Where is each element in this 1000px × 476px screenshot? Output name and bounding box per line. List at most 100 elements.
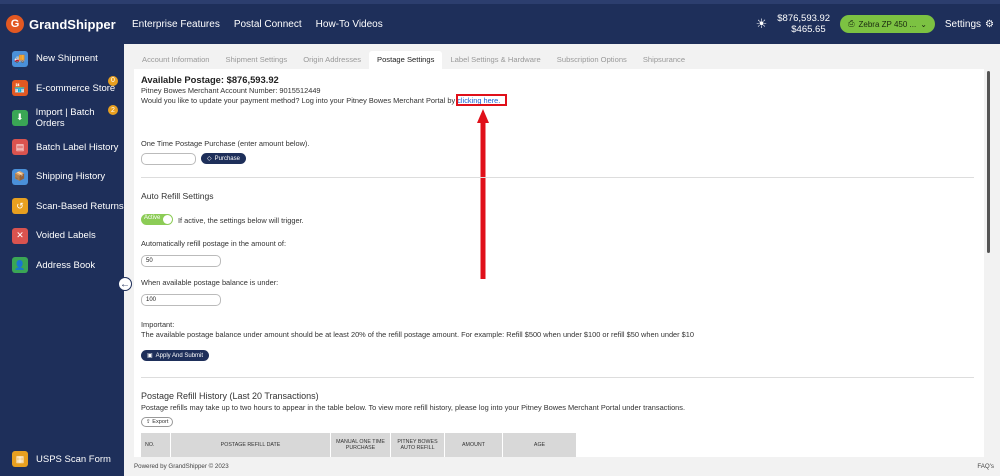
- section-divider: [141, 377, 974, 378]
- printer-label: Zebra ZP 450 ...: [858, 19, 917, 29]
- red-pointer-arrow-icon: [477, 109, 489, 279]
- scrollbar-thumb[interactable]: [987, 71, 990, 253]
- count-badge: 2: [108, 105, 118, 115]
- gear-icon: ⚙: [985, 18, 994, 30]
- save-icon: ▣: [147, 353, 153, 359]
- theme-toggle-sun-icon[interactable]: ☀: [756, 16, 768, 32]
- top-navbar: G GrandShipper Enterprise Features Posta…: [0, 4, 1000, 44]
- settings-menu[interactable]: Settings ⚙: [945, 19, 994, 30]
- column-header-age: AGE: [503, 433, 577, 457]
- printer-selector[interactable]: ⎙ Zebra ZP 450 ... ⌄: [840, 15, 935, 33]
- sidebar-item-label: Batch Label History: [36, 141, 119, 153]
- printer-icon: ⎙: [848, 19, 855, 28]
- sidebar-item-label: Address Book: [36, 259, 96, 271]
- export-icon: ⇪: [146, 419, 151, 425]
- auto-refill-heading: Auto Refill Settings: [141, 191, 214, 201]
- nav-postal-connect[interactable]: Postal Connect: [234, 19, 302, 30]
- one-time-amount-input[interactable]: [141, 153, 196, 165]
- tab-postage-settings[interactable]: Postage Settings: [369, 51, 443, 69]
- brand-name: GrandShipper: [29, 16, 116, 32]
- sidebar-item-batch-label-history[interactable]: ▤ Batch Label History: [0, 133, 124, 163]
- one-time-purchase-label: One Time Postage Purchase (enter amount …: [141, 139, 310, 148]
- faq-link[interactable]: FAQ's: [977, 463, 994, 470]
- tab-shipment-settings[interactable]: Shipment Settings: [218, 51, 296, 69]
- merchant-account-number: Pitney Bowes Merchant Account Number: 90…: [141, 86, 321, 95]
- import-icon: ⬇: [12, 109, 28, 126]
- sidebar-item-label: Shipping History: [36, 171, 106, 183]
- export-button[interactable]: ⇪ Export: [141, 417, 174, 427]
- nav-enterprise-features[interactable]: Enterprise Features: [132, 19, 220, 30]
- refill-history-subtitle: Postage refills may take up to two hours…: [141, 403, 686, 412]
- toggle-knob: [163, 215, 172, 224]
- tab-shipsurance[interactable]: Shipsurance: [635, 51, 693, 69]
- column-header-auto-refill: PITNEY BOWES AUTO REFILL: [391, 433, 445, 457]
- column-header-manual-purchase: MANUAL ONE TIME PURCHASE: [331, 433, 391, 457]
- purchase-button-label: Purchase: [214, 155, 240, 162]
- balance-under-label: When available postage balance is under:: [141, 278, 279, 287]
- refill-amount-label: Automatically refill postage in the amou…: [141, 239, 287, 248]
- refill-amount-input[interactable]: 50: [141, 255, 221, 267]
- arrow-left-icon: ←: [120, 278, 130, 290]
- available-postage-heading: Available Postage: $876,593.92: [141, 74, 279, 85]
- count-badge: 0: [108, 75, 118, 86]
- chevron-down-icon: ⌄: [920, 19, 927, 29]
- sidebar-item-shipping-history[interactable]: 📦 Shipping History: [0, 162, 124, 192]
- header-right: ☀ $876,593.92 $465.65 ⎙ Zebra ZP 450 ...…: [756, 4, 994, 44]
- truck-icon: 🚚: [12, 50, 28, 67]
- footer-text: Powered by GrandShipper © 2023: [134, 463, 229, 470]
- tab-origin-addresses[interactable]: Origin Addresses: [295, 51, 369, 69]
- settings-tabs: Account Information Shipment Settings Or…: [134, 51, 693, 69]
- tab-account-information[interactable]: Account Information: [134, 51, 218, 69]
- column-header-refill-date: POSTAGE REFILL DATE: [171, 433, 331, 457]
- footer: Powered by GrandShipper © 2023 FAQ's: [124, 457, 1000, 476]
- sidebar-item-label: USPS Scan Form: [36, 453, 111, 465]
- update-payment-label: Would you like to update your payment me…: [141, 96, 456, 105]
- toggle-label: Active: [144, 215, 161, 221]
- address-book-icon: 👤: [12, 257, 28, 274]
- sidebar-item-label: New Shipment: [36, 53, 98, 65]
- store-icon: 🏪: [12, 80, 28, 97]
- sidebar-item-label: Scan-Based Returns: [36, 200, 124, 212]
- balance-display[interactable]: $876,593.92 $465.65: [777, 13, 830, 35]
- voided-icon: ✕: [12, 227, 28, 244]
- important-text: The available postage balance under amou…: [141, 330, 695, 339]
- returns-icon: ↺: [12, 198, 28, 215]
- auto-refill-toggle[interactable]: Active: [141, 214, 173, 225]
- nav-how-to-videos[interactable]: How-To Videos: [316, 19, 383, 30]
- refill-history-heading: Postage Refill History (Last 20 Transact…: [141, 391, 319, 401]
- postage-settings-panel: Available Postage: $876,593.92 Pitney Bo…: [134, 69, 984, 461]
- sidebar-item-ecommerce-store[interactable]: 🏪 E-commerce Store 0: [0, 74, 124, 104]
- apply-and-submit-button[interactable]: ▣ Apply And Submit: [141, 350, 210, 361]
- sidebar-item-usps-scan-form[interactable]: ▦ USPS Scan Form: [0, 448, 124, 470]
- top-nav-links: Enterprise Features Postal Connect How-T…: [132, 19, 383, 30]
- tab-label-settings-hardware[interactable]: Label Settings & Hardware: [442, 51, 548, 69]
- grandshipper-logo-icon: G: [6, 15, 24, 33]
- purchase-button[interactable]: ◇ Purchase: [201, 153, 246, 164]
- balance-primary: $876,593.92: [777, 13, 831, 24]
- export-button-label: Export: [152, 419, 169, 425]
- sidebar-item-voided-labels[interactable]: ✕ Voided Labels: [0, 221, 124, 251]
- scan-form-icon: ▦: [12, 451, 28, 467]
- tag-icon: ◇: [207, 156, 212, 162]
- section-divider: [141, 177, 974, 178]
- sidebar-collapse-button[interactable]: ←: [118, 277, 132, 291]
- link-highlight-box: [456, 94, 507, 106]
- sidebar-item-scan-based-returns[interactable]: ↺ Scan-Based Returns: [0, 192, 124, 222]
- main-content: Account Information Shipment Settings Or…: [124, 44, 1000, 476]
- brand-logo[interactable]: G GrandShipper: [0, 4, 124, 44]
- shipping-history-icon: 📦: [12, 168, 28, 185]
- sidebar-item-import-batch-orders[interactable]: ⬇ Import | Batch Orders 2: [0, 103, 124, 133]
- apply-button-label: Apply And Submit: [155, 352, 204, 359]
- sidebar: 🚚 New Shipment 🏪 E-commerce Store 0 ⬇ Im…: [0, 44, 124, 476]
- update-payment-text: Would you like to update your payment me…: [141, 96, 500, 105]
- column-header-amount: AMOUNT: [445, 433, 503, 457]
- batch-icon: ▤: [12, 139, 28, 156]
- tab-subscription-options[interactable]: Subscription Options: [549, 51, 635, 69]
- toggle-description: If active, the settings below will trigg…: [178, 216, 304, 225]
- balance-secondary: $465.65: [791, 24, 826, 35]
- sidebar-item-new-shipment[interactable]: 🚚 New Shipment: [0, 44, 124, 74]
- panel-scrollbar[interactable]: [986, 69, 992, 461]
- settings-label: Settings: [944, 18, 982, 30]
- sidebar-item-address-book[interactable]: 👤 Address Book: [0, 251, 124, 281]
- balance-under-input[interactable]: 100: [141, 294, 221, 306]
